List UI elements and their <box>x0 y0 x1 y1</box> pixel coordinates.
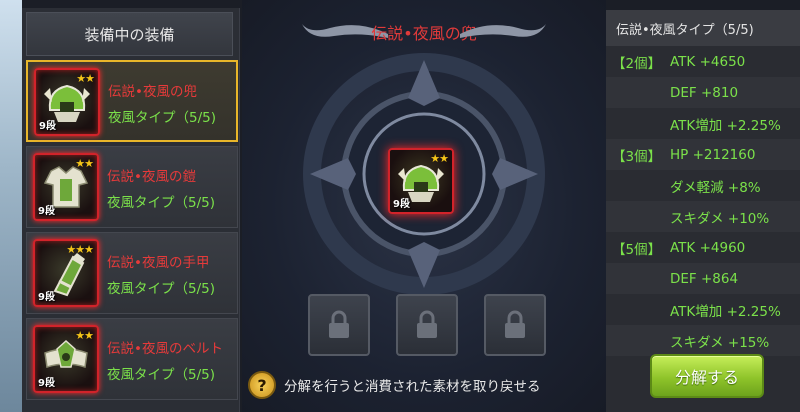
item-stars: ★★ <box>75 329 94 342</box>
bonus-row: DEF +810 <box>606 77 800 108</box>
item-stars: ★★ <box>430 152 449 165</box>
bonus-stat: ATK +4960 <box>670 239 746 256</box>
equip-item-helmet[interactable]: ★★ 9段 伝説•夜風の兜 夜風タイプ（5/5) <box>26 60 238 142</box>
item-stars: ★★ <box>76 72 95 85</box>
armor-icon: ★★ 9段 <box>33 153 99 221</box>
helmet-icon: ★★ 9段 <box>34 68 100 136</box>
bonus-row: ATK増加 +2.25% <box>606 108 800 139</box>
bonus-piece-count: 【2個】 <box>612 55 662 72</box>
equip-item-set-type: 夜風タイプ（5/5) <box>107 367 215 383</box>
item-rank: 9段 <box>38 292 55 303</box>
bonus-stat: スキダメ +10% <box>670 210 770 227</box>
equip-item-set-type: 夜風タイプ（5/5) <box>107 195 215 211</box>
gauntlet-icon: ★★★ 9段 <box>33 239 99 307</box>
equip-item-gauntlet[interactable]: ★★★ 9段 伝説•夜風の手甲 夜風タイプ（5/5) <box>26 232 238 314</box>
set-bonus-title: 伝説•夜風タイプ（5/5) <box>606 10 800 46</box>
equip-item-armor[interactable]: ★★ 9段 伝説•夜風の鎧 夜風タイプ（5/5) <box>26 146 238 228</box>
equipped-gear-panel: 装備中の装備 ★★ 9段 伝説•夜風の兜 夜風タイプ（5/5) ★★ 9段 伝説… <box>22 8 240 412</box>
bonus-stat: DEF +810 <box>670 84 739 101</box>
item-rank: 9段 <box>393 199 410 210</box>
item-rank: 9段 <box>39 121 56 132</box>
bonus-row: スキダメ +10% <box>606 201 800 232</box>
background-edge <box>0 0 22 412</box>
bonus-stat: ATK +4650 <box>670 53 746 70</box>
bonus-piece-count: 【3個】 <box>612 148 662 165</box>
equip-item-name: 伝説•夜風の鎧 <box>107 169 196 185</box>
ornament-icon <box>460 24 546 38</box>
bonus-row: ダメ軽減 +8% <box>606 170 800 201</box>
question-icon[interactable]: ? <box>248 371 276 399</box>
bonus-row: 【5個】 ATK +4960 <box>606 232 800 263</box>
hint-text: 分解を行うと消費された素材を取り戻せる <box>284 379 541 395</box>
equipped-gear-title: 装備中の装備 <box>26 12 233 56</box>
selected-helmet-icon[interactable]: ★★ 9段 <box>388 148 454 214</box>
locked-slot-3[interactable] <box>484 294 546 356</box>
equip-item-name: 伝説•夜風の兜 <box>108 84 197 100</box>
set-bonus-list: 【2個】 ATK +4650 DEF +810 ATK増加 +2.25% 【3個】… <box>606 46 800 356</box>
bonus-row: 【2個】 ATK +4650 <box>606 46 800 77</box>
equip-item-belt[interactable]: ★★ 9段 伝説•夜風のベルト 夜風タイプ（5/5) <box>26 318 238 400</box>
bonus-stat: ATK増加 +2.25% <box>670 303 781 320</box>
item-rank: 9段 <box>38 206 55 217</box>
equip-item-set-type: 夜風タイプ（5/5) <box>107 281 215 297</box>
bonus-stat: ダメ軽減 +8% <box>670 179 761 196</box>
bonus-stat: スキダメ +15% <box>670 334 770 351</box>
equipped-gear-list: ★★ 9段 伝説•夜風の兜 夜風タイプ（5/5) ★★ 9段 伝説•夜風の鎧 夜… <box>26 60 238 404</box>
equip-item-name: 伝説•夜風のベルト <box>107 341 223 357</box>
locked-slot-1[interactable] <box>308 294 370 356</box>
bonus-stat: HP +212160 <box>670 146 756 163</box>
decompose-hint: ? 分解を行うと消費された素材を取り戻せる <box>248 371 541 399</box>
decompose-button[interactable]: 分解する <box>650 354 764 398</box>
lock-icon <box>417 310 437 338</box>
equip-item-set-type: 夜風タイプ（5/5) <box>108 110 216 126</box>
bonus-row: DEF +864 <box>606 263 800 294</box>
locked-slot-2[interactable] <box>396 294 458 356</box>
bonus-stat: ATK増加 +2.25% <box>670 117 781 134</box>
bonus-piece-count: 【5個】 <box>612 241 662 258</box>
item-rank: 9段 <box>38 378 55 389</box>
item-stars: ★★★ <box>66 243 94 256</box>
lock-icon <box>505 310 525 338</box>
item-detail-area: 伝説•夜風の兜 ★★ 9段 ? 分解を行うと消費された素材を取り戻せる <box>242 0 606 412</box>
bonus-stat: DEF +864 <box>670 270 739 287</box>
set-bonus-panel: 伝説•夜風タイプ（5/5) 【2個】 ATK +4650 DEF +810 ATK… <box>606 10 800 412</box>
bonus-row: ATK増加 +2.25% <box>606 294 800 325</box>
lock-icon <box>329 310 349 338</box>
item-stars: ★★ <box>75 157 94 170</box>
bonus-row: スキダメ +15% <box>606 325 800 356</box>
bonus-row: 【3個】 HP +212160 <box>606 139 800 170</box>
equip-item-name: 伝説•夜風の手甲 <box>107 255 210 271</box>
belt-icon: ★★ 9段 <box>33 325 99 393</box>
